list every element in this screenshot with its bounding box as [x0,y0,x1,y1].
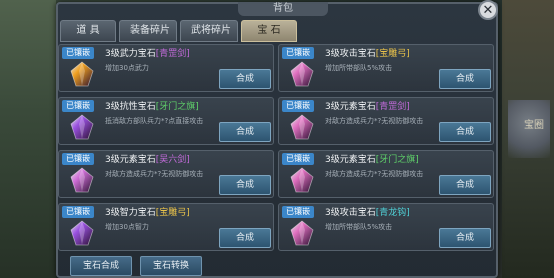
gem-name: 3级智力宝石[宝雕弓] [105,208,190,219]
gem-name: 3级元素宝石[吴六剑] [105,155,190,166]
gem-description: 对敌方造成兵力*?无视防御攻击 [325,117,424,125]
gem-name-text: 3级智力宝石 [105,208,156,218]
tab-general-fragments[interactable]: 武将碎片 [180,20,238,42]
gem-name-text: 3级元素宝石 [325,155,376,165]
equipped-badge: 已镶嵌 [62,100,94,112]
gem-owner-tag: [宝雕弓] [375,49,410,59]
gem-convert-button[interactable]: 宝石转换 [140,256,202,276]
gem-icon[interactable] [285,112,319,142]
gem-description: 对敌方造成兵力*?无视防御攻击 [325,170,424,178]
tab-gems[interactable]: 宝 石 [241,20,297,42]
tab-equipment-fragments[interactable]: 装备碎片 [119,20,177,42]
gem-icon[interactable] [285,218,319,248]
gem-description: 增加所带部队5%攻击 [325,64,393,72]
gem-name-text: 3级攻击宝石 [325,49,376,59]
gem-name-text: 3级攻击宝石 [325,208,376,218]
gem-card[interactable]: 已镶嵌 3级元素宝石[吴六剑] 对敌方造成兵力*?无视防御攻击合成 [58,150,274,198]
gem-description: 增加30点智力 [105,223,149,231]
gem-card[interactable]: 已镶嵌 3级抗性宝石[牙门之旗] 抵消敌方部队兵力*?点直接攻击合成 [58,97,274,145]
gem-card[interactable]: 已镶嵌 3级攻击宝石[青龙钩] 增加所带部队5%攻击合成 [278,203,494,251]
gem-owner-tag: [青罡剑] [155,49,190,59]
compose-button[interactable]: 合成 [219,69,271,89]
close-button[interactable]: ✕ [478,0,498,20]
equipped-badge: 已镶嵌 [282,100,314,112]
gem-card[interactable]: 已镶嵌 3级元素宝石[牙门之旗] 对敌方造成兵力*?无视防御攻击合成 [278,150,494,198]
gem-compose-button[interactable]: 宝石合成 [70,256,132,276]
gem-icon[interactable] [65,218,99,248]
gem-name: 3级元素宝石[青罡剑] [325,102,410,113]
panel-title-bar: 背包 [238,2,328,16]
compose-button[interactable]: 合成 [219,122,271,142]
gem-owner-tag: [吴六剑] [155,155,190,165]
gem-name: 3级抗性宝石[牙门之旗] [105,102,199,113]
compose-button[interactable]: 合成 [219,228,271,248]
background-banner-text: 宝圈 [524,120,544,131]
compose-button[interactable]: 合成 [439,69,491,89]
compose-button[interactable]: 合成 [219,175,271,195]
gem-icon[interactable] [285,59,319,89]
gem-name: 3级武力宝石[青罡剑] [105,49,190,60]
compose-button[interactable]: 合成 [439,228,491,248]
equipped-badge: 已镶嵌 [282,153,314,165]
gem-owner-tag: [青龙钩] [375,208,410,218]
compose-button[interactable]: 合成 [439,122,491,142]
gem-icon[interactable] [65,112,99,142]
tab-bar: 道 具 装备碎片 武将碎片 宝 石 [60,20,297,42]
gem-card[interactable]: 已镶嵌 3级攻击宝石[宝雕弓] 增加所带部队5%攻击合成 [278,44,494,92]
gem-name: 3级攻击宝石[青龙钩] [325,208,410,219]
gem-owner-tag: [牙门之旗] [375,155,419,165]
game-world-left [0,0,56,278]
panel-title: 背包 [273,3,293,14]
gem-owner-tag: [牙门之旗] [155,102,199,112]
gem-description: 抵消敌方部队兵力*?点直接攻击 [105,117,204,125]
gem-name-text: 3级武力宝石 [105,49,156,59]
gem-card[interactable]: 已镶嵌 3级智力宝石[宝雕弓] 增加30点智力合成 [58,203,274,251]
gem-owner-tag: [宝雕弓] [155,208,190,218]
equipped-badge: 已镶嵌 [62,206,94,218]
gem-card[interactable]: 已镶嵌 3级武力宝石[青罡剑] 增加30点武力合成 [58,44,274,92]
gem-name-text: 3级元素宝石 [105,155,156,165]
gem-icon[interactable] [285,165,319,195]
gem-icon[interactable] [65,59,99,89]
gem-description: 增加30点武力 [105,64,149,72]
gem-owner-tag: [青罡剑] [375,102,410,112]
gem-name-text: 3级抗性宝石 [105,102,156,112]
gem-name: 3级元素宝石[牙门之旗] [325,155,419,166]
equipped-badge: 已镶嵌 [62,47,94,59]
gem-card[interactable]: 已镶嵌 3级元素宝石[青罡剑] 对敌方造成兵力*?无视防御攻击合成 [278,97,494,145]
gem-name-text: 3级元素宝石 [325,102,376,112]
gem-icon[interactable] [65,165,99,195]
tab-items[interactable]: 道 具 [60,20,116,42]
compose-button[interactable]: 合成 [439,175,491,195]
equipped-badge: 已镶嵌 [62,153,94,165]
gem-grid: 已镶嵌 3级武力宝石[青罡剑] 增加30点武力 合成 已镶嵌 3级攻击宝石[宝雕弓] 增加所… [58,44,494,251]
equipped-badge: 已镶嵌 [282,47,314,59]
equipped-badge: 已镶嵌 [282,206,314,218]
gem-description: 增加所带部队5%攻击 [325,223,393,231]
gem-name: 3级攻击宝石[宝雕弓] [325,49,410,60]
gem-description: 对敌方造成兵力*?无视防御攻击 [105,170,204,178]
